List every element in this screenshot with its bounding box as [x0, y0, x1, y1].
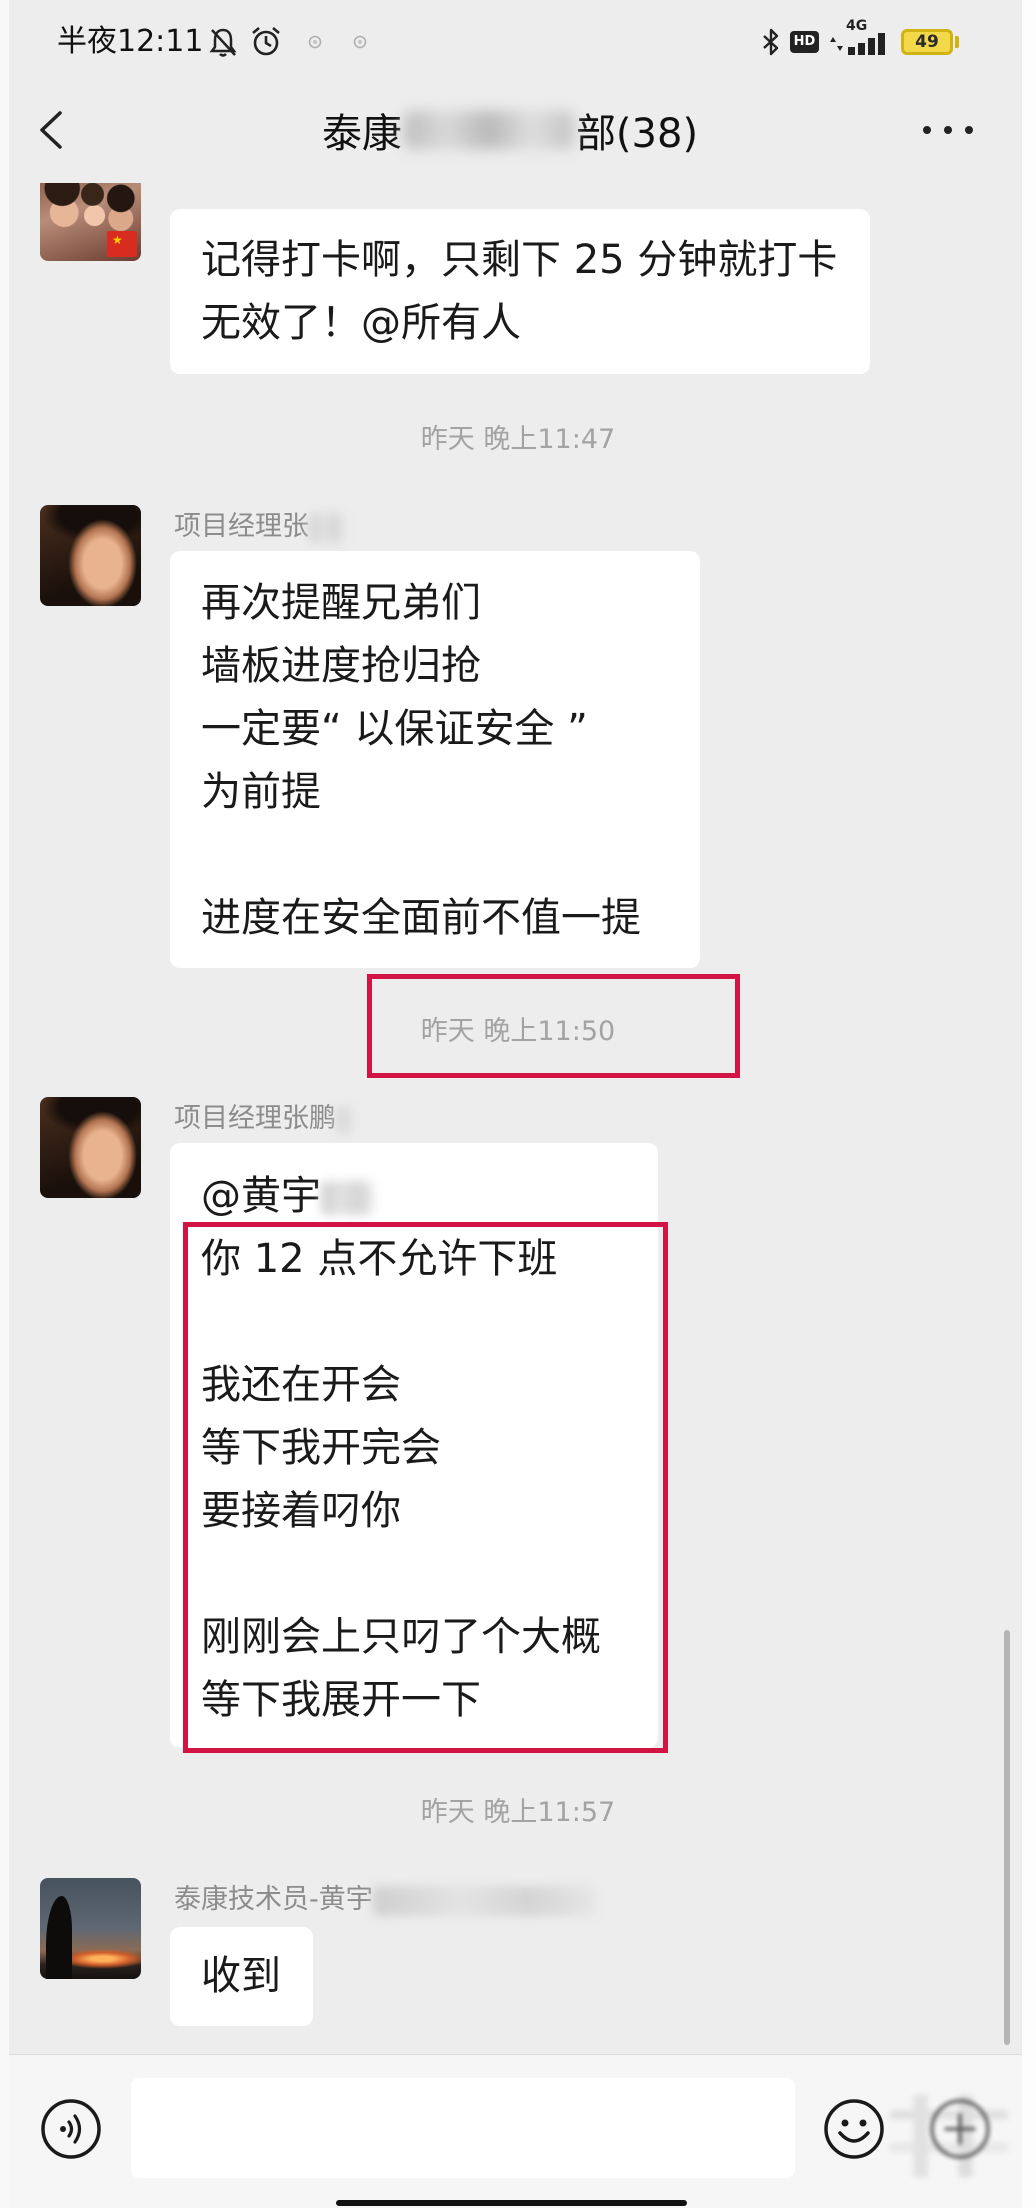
bluetooth-icon: [760, 27, 782, 57]
back-button[interactable]: [36, 108, 70, 152]
mute-bell-icon: [208, 26, 238, 58]
plus-icon: [930, 2099, 990, 2159]
avatar[interactable]: [40, 1097, 141, 1198]
message-line: 一定要“ 以保证安全 ”: [201, 706, 588, 752]
redacted-blur: [321, 1181, 373, 1215]
timestamp: 昨天 晚上11:47: [420, 424, 616, 455]
message-list[interactable]: ★ 记得打卡啊，只剩下 25 分钟就打卡 无效了！@所有人 昨天 晚上11:47…: [0, 183, 1036, 2054]
plus-button[interactable]: [928, 2097, 992, 2161]
star-icon: ★: [112, 233, 123, 247]
chat-title: 泰康 部(38): [290, 106, 730, 157]
input-bar: [0, 2054, 1036, 2208]
redacted-blur: [336, 1105, 352, 1134]
status-bar: 半夜12:11 HD 4G 49: [0, 0, 1036, 85]
battery-nub: [955, 36, 959, 48]
highlight-box: [367, 974, 740, 1078]
signal-bars-icon: [826, 32, 890, 56]
chat-title-start: 泰康: [321, 111, 402, 157]
flag-icon: ★: [107, 231, 137, 257]
voice-button[interactable]: [39, 2097, 103, 2161]
message-bubble[interactable]: 收到: [170, 1927, 313, 2026]
avatar[interactable]: [40, 1878, 141, 1979]
avatar[interactable]: [40, 505, 141, 606]
sender-name: 项目经理张鹏: [174, 1101, 352, 1137]
screen-edge: [0, 0, 9, 2208]
sender-name: 项目经理张: [174, 509, 345, 545]
highlight-box: [183, 1222, 668, 1753]
mention-text: @黄宇: [201, 1173, 321, 1219]
more-button[interactable]: [920, 118, 976, 142]
emoji-icon: [824, 2099, 884, 2159]
chevron-left-icon: [40, 111, 62, 149]
message-line: 记得打卡啊，只剩下 25 分钟就打卡: [201, 237, 838, 283]
avatar-silhouette: [46, 1896, 72, 1979]
chat-header: 泰康 部(38): [0, 85, 1036, 183]
sender-name-text: 泰康技术员-黄宇: [174, 1884, 373, 1915]
redacted-blur: [403, 111, 574, 149]
avatar[interactable]: ★: [40, 183, 141, 261]
message-line: 再次提醒兄弟们: [201, 580, 481, 626]
chat-title-end: 部(38): [575, 111, 699, 157]
message-line: 收到: [201, 1953, 281, 1999]
scrollbar[interactable]: [1004, 1630, 1010, 2045]
message-line: 无效了！@所有人: [201, 300, 521, 346]
message-line: @黄宇: [201, 1165, 636, 1228]
message-line: 为前提: [201, 769, 321, 815]
alarm-clock-icon: [250, 24, 282, 58]
timestamp: 昨天 晚上11:57: [420, 1797, 616, 1828]
redacted-blur: [372, 1885, 595, 1916]
message-bubble[interactable]: 再次提醒兄弟们 墙板进度抢归抢 一定要“ 以保证安全 ” 为前提 进度在安全面前…: [170, 551, 700, 968]
message-line: 进度在安全面前不值一提: [201, 895, 641, 941]
message-line: 墙板进度抢归抢: [201, 643, 481, 689]
more-dots-icon: [923, 126, 973, 134]
chat-screen: 半夜12:11 HD 4G 49 泰康 部(38) ★ 记得打卡啊，只剩下 25…: [0, 0, 1036, 2208]
notification-dot-icon: [352, 34, 368, 50]
message-input[interactable]: [131, 2078, 795, 2178]
message-bubble[interactable]: 记得打卡啊，只剩下 25 分钟就打卡 无效了！@所有人: [170, 209, 870, 374]
redacted-blur: [309, 512, 345, 543]
home-indicator[interactable]: [336, 2200, 687, 2206]
sender-name-text: 项目经理张: [174, 511, 309, 542]
hd-badge: HD: [790, 31, 819, 53]
sender-name: 泰康技术员-黄宇: [174, 1882, 595, 1918]
emoji-button[interactable]: [822, 2097, 886, 2161]
voice-icon: [41, 2099, 101, 2159]
status-time: 半夜12:11: [57, 24, 204, 59]
notification-dot-icon: [307, 34, 323, 50]
sender-name-text: 项目经理张鹏: [174, 1103, 336, 1134]
screen-edge: [1022, 0, 1036, 2208]
battery-icon: 49: [901, 29, 953, 55]
